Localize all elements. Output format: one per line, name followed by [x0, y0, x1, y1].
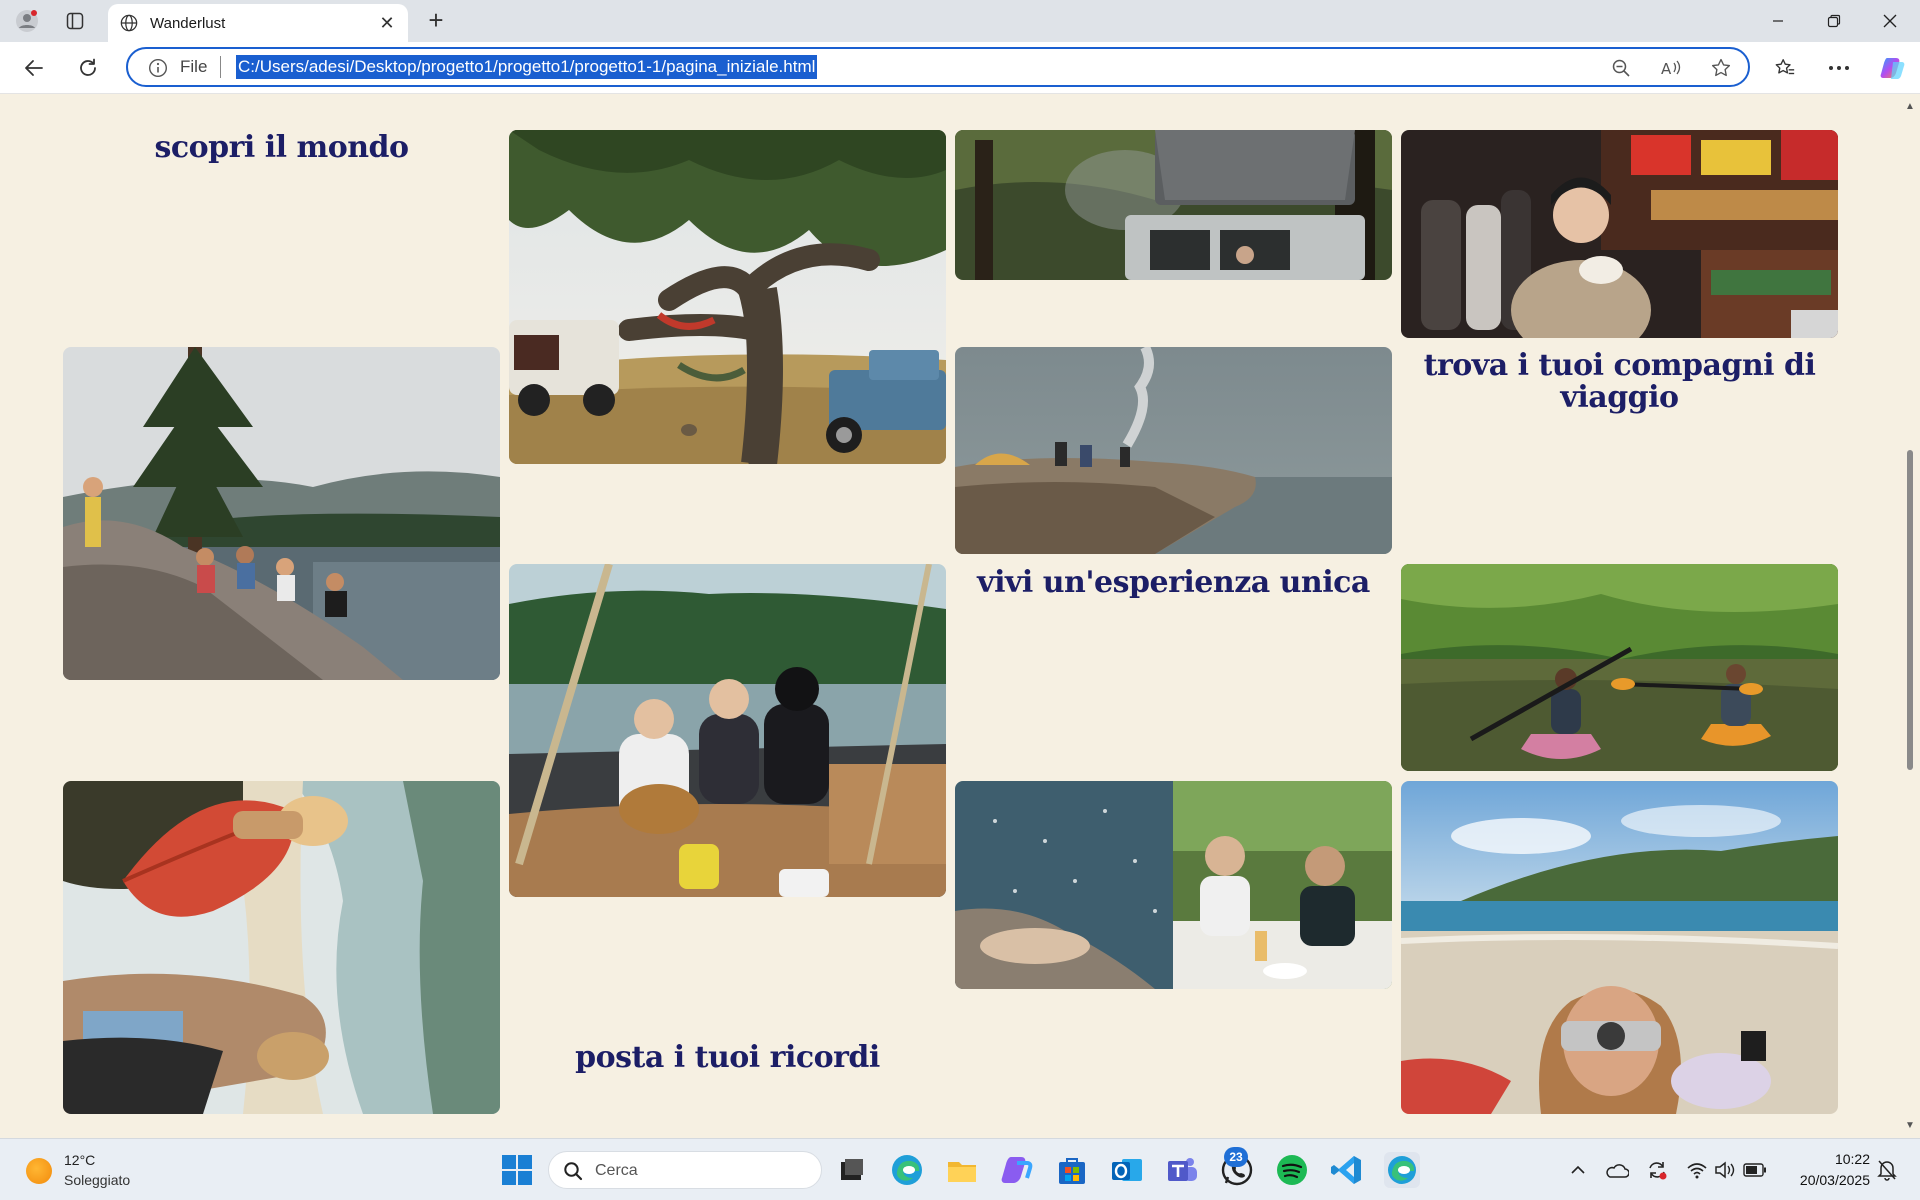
scroll-thumb[interactable]: [1907, 450, 1913, 770]
tab-wanderlust[interactable]: Wanderlust ✕: [108, 4, 408, 42]
battery-icon[interactable]: [1742, 1157, 1768, 1183]
outlook-icon[interactable]: [1109, 1152, 1145, 1188]
vscode-icon[interactable]: [1329, 1152, 1365, 1188]
page-scrollbar[interactable]: ▲ ▼: [1900, 95, 1920, 1138]
sync-icon[interactable]: [1644, 1157, 1670, 1183]
photo-cliff-camp[interactable]: [955, 347, 1392, 554]
tab-title: Wanderlust: [150, 14, 226, 32]
heading-discover: scopri il mondo: [154, 130, 409, 165]
edge-active-icon[interactable]: [1384, 1152, 1420, 1188]
heading-memories: posta i tuoi ricordi: [575, 1040, 880, 1075]
copilot-icon[interactable]: [1876, 52, 1910, 84]
browser-toolbar: File C:/Users/adesi/Desktop/progetto1/pr…: [0, 42, 1920, 94]
spotify-icon[interactable]: [1274, 1152, 1310, 1188]
close-tab-icon[interactable]: ✕: [376, 13, 398, 34]
weather-description[interactable]: Soleggiato: [64, 1172, 130, 1188]
photo-sailboat-guitar[interactable]: [509, 564, 946, 897]
file-explorer-icon[interactable]: [944, 1152, 980, 1188]
photo-street-food[interactable]: [1401, 130, 1838, 338]
show-hidden-icons-icon[interactable]: [1565, 1157, 1591, 1183]
read-aloud-icon[interactable]: A: [1658, 56, 1684, 80]
close-window-button[interactable]: [1862, 0, 1918, 42]
microsoft-store-icon[interactable]: [1054, 1152, 1090, 1188]
address-url-text[interactable]: C:/Users/adesi/Desktop/progetto1/progett…: [236, 55, 818, 79]
globe-icon: [120, 14, 138, 32]
photo-beach-camera[interactable]: [1401, 781, 1838, 1114]
profile-icon[interactable]: [14, 8, 40, 34]
weather-temperature[interactable]: 12°C: [64, 1152, 95, 1168]
tab-actions-icon[interactable]: [62, 8, 88, 34]
wifi-icon[interactable]: [1684, 1157, 1710, 1183]
scroll-down-icon[interactable]: ▼: [1904, 1120, 1916, 1132]
restore-button[interactable]: [1806, 0, 1862, 42]
zoom-out-icon[interactable]: [1608, 56, 1634, 80]
photo-surfer-beach[interactable]: [63, 781, 500, 1114]
sun-icon[interactable]: [26, 1158, 52, 1184]
browser-title-bar: Wanderlust ✕ +: [0, 0, 1920, 42]
volume-icon[interactable]: [1712, 1157, 1738, 1183]
search-placeholder: Cerca: [595, 1162, 638, 1179]
clock-date[interactable]: 20/03/2025: [1780, 1172, 1870, 1188]
onedrive-icon[interactable]: [1604, 1157, 1630, 1183]
new-tab-button[interactable]: +: [420, 6, 452, 36]
edge-browser-icon[interactable]: [889, 1152, 925, 1188]
photo-lake-friends[interactable]: [63, 347, 500, 680]
address-bar[interactable]: File C:/Users/adesi/Desktop/progetto1/pr…: [126, 47, 1750, 87]
site-info-icon[interactable]: [148, 58, 168, 83]
minimize-button[interactable]: [1750, 0, 1806, 42]
more-options-icon[interactable]: [1822, 52, 1856, 84]
address-separator: [220, 56, 221, 78]
taskbar-search-box[interactable]: Cerca: [548, 1151, 822, 1189]
photo-rooftop-tent[interactable]: [955, 130, 1392, 280]
notification-bell-icon[interactable]: [1874, 1157, 1900, 1183]
photo-kayaks[interactable]: [1401, 564, 1838, 771]
heading-experience: vivi un'esperienza unica: [977, 565, 1370, 600]
search-icon: [564, 1162, 583, 1181]
refresh-button[interactable]: [70, 52, 106, 84]
favorite-star-icon[interactable]: [1708, 56, 1734, 80]
scroll-up-icon[interactable]: ▲: [1904, 101, 1916, 113]
taskbar: 12°C Soleggiato Cerca 23 10:22 20/03/202…: [0, 1138, 1920, 1200]
whatsapp-notification-badge: 23: [1224, 1147, 1248, 1167]
task-view-icon[interactable]: [834, 1152, 870, 1188]
photo-tree-hammocks[interactable]: [509, 130, 946, 464]
page-content: scopri il mondo trova i tuoi compagni di…: [0, 95, 1900, 1138]
copilot-app-icon[interactable]: [999, 1152, 1035, 1188]
favorites-icon[interactable]: [1768, 52, 1802, 84]
back-button[interactable]: [16, 52, 52, 84]
clock-time[interactable]: 10:22: [1780, 1151, 1870, 1167]
address-scheme-label: File: [180, 57, 208, 76]
heading-companions: trova i tuoi compagni di viaggio: [1423, 348, 1816, 415]
windows-start-icon[interactable]: [500, 1153, 534, 1187]
photo-sea-dinner[interactable]: [955, 781, 1392, 989]
svg-text:A: A: [1661, 60, 1672, 78]
teams-icon[interactable]: [1164, 1152, 1200, 1188]
